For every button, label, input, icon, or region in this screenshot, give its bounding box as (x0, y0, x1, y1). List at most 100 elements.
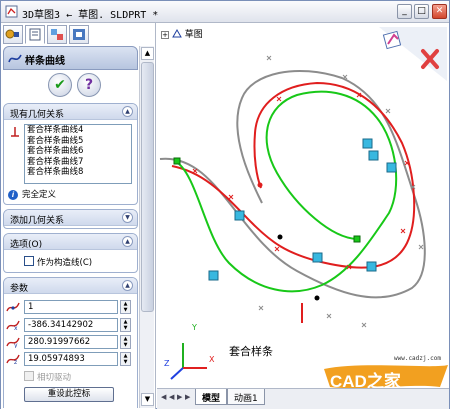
app-window: 3D草图3 ← 草图. SLDPRT * _ □ ✕ 样条曲线 ✔ ? 现有几何… (0, 0, 450, 409)
svg-text:y: y (14, 342, 18, 348)
existing-relations-title: 现有几何关系 (10, 110, 65, 120)
y-coordinate-spinner[interactable]: ▲ ▼ (120, 335, 131, 349)
configuration-icon (51, 29, 63, 40)
coincident-relation-icon[interactable] (234, 210, 245, 221)
scroll-thumb[interactable] (141, 62, 154, 312)
status-row: i 完全定义 (8, 188, 56, 200)
add-relations-header[interactable]: 添加几何关系 ▼ (4, 210, 137, 226)
y-coordinate-input[interactable]: 280.91997662 (24, 335, 118, 349)
maximize-button[interactable]: □ (414, 4, 429, 19)
prev-tab-icon[interactable]: ◀ (169, 393, 176, 403)
last-tab-icon[interactable]: ▶ (185, 393, 192, 403)
y-coordinate-icon: y (6, 337, 20, 348)
feature-manager-tab[interactable] (3, 25, 23, 44)
z-coordinate-row: z 19.05974893 ▲ ▼ (6, 352, 136, 366)
svg-text:x: x (14, 325, 18, 331)
tangent-driving-checkbox[interactable] (24, 371, 34, 381)
existing-relations-header[interactable]: 现有几何关系 ▲ (4, 104, 137, 120)
point-index-row: 1 ▲ ▼ (6, 300, 136, 314)
z-coordinate-spinner[interactable]: ▲ ▼ (120, 352, 131, 366)
scroll-up-icon[interactable]: ▲ (141, 47, 154, 60)
watermark-brand: CAD之家 (330, 372, 401, 388)
x-coordinate-input[interactable]: -386.34142902 (24, 318, 118, 332)
triad-y-label: Y (192, 323, 197, 332)
first-tab-icon[interactable]: ◀ (161, 393, 168, 403)
spline-point[interactable] (277, 234, 283, 240)
close-button[interactable]: ✕ (432, 4, 447, 19)
tab-model[interactable]: 模型 (195, 389, 228, 405)
property-manager-title: 样条曲线 (25, 56, 65, 67)
watermark: CAD之家 www.cadzj.com (322, 355, 449, 388)
configuration-manager-tab[interactable] (47, 25, 67, 44)
expand-chevron-icon[interactable]: ▼ (122, 212, 133, 223)
tangent-driving-option[interactable]: 相切驱动 (24, 371, 71, 383)
dimxpert-manager-tab[interactable] (69, 25, 89, 44)
list-item[interactable]: 套合样条曲线8 (25, 167, 131, 178)
spline-point[interactable] (314, 295, 320, 301)
graphics-area[interactable]: + 草图 Y X Z 套合样条 CAD之家 www.cadzj.com (157, 23, 449, 388)
parameters-header[interactable]: 参数 ▲ (4, 278, 137, 294)
y-coordinate-row: y 280.91997662 ▲ ▼ (6, 335, 136, 349)
parameters-group: 参数 ▲ 1 ▲ ▼ x -386.34142902 ▲ ▼ y 280.919… (3, 277, 138, 408)
list-item[interactable]: 套合样条曲线6 (25, 146, 131, 157)
existing-relations-group: 现有几何关系 ▲ 套合样条曲线4 套合样条曲线5 套合样条曲线6 套合样条曲线7… (3, 103, 138, 205)
point-index-spinner[interactable]: ▲ ▼ (120, 300, 131, 314)
status-text: 完全定义 (22, 190, 57, 200)
reset-handle-button[interactable]: 重设此控标 (24, 387, 114, 402)
spline-point-icon (6, 302, 20, 312)
triad-x-label: X (209, 355, 215, 364)
options-header[interactable]: 选项(O) ▲ (4, 234, 137, 250)
scroll-down-icon[interactable]: ▼ (141, 393, 154, 406)
sketch-annotation: 套合样条 (229, 345, 273, 358)
spline-endpoint[interactable] (173, 157, 181, 165)
tab-animation[interactable]: 动画1 (227, 389, 265, 405)
title-bar[interactable]: 3D草图3 ← 草图. SLDPRT * _ □ ✕ (1, 1, 449, 23)
coincident-relation-icon[interactable] (368, 150, 379, 161)
list-item[interactable]: 套合样条曲线5 (25, 136, 131, 147)
minimize-button[interactable]: _ (397, 4, 412, 19)
options-title: 选项(O) (10, 240, 43, 250)
collapse-chevron-icon[interactable]: ▲ (122, 280, 133, 291)
coincident-relation-icon[interactable] (362, 138, 373, 149)
property-manager-tab[interactable] (25, 25, 45, 44)
x-coordinate-row: x -386.34142902 ▲ ▼ (6, 318, 136, 332)
relation-icons (208, 138, 397, 281)
x-coordinate-spinner[interactable]: ▲ ▼ (120, 318, 131, 332)
z-coordinate-icon: z (6, 354, 20, 365)
construction-checkbox[interactable] (24, 256, 34, 266)
collapse-chevron-icon[interactable]: ▲ (122, 106, 133, 117)
ok-button[interactable]: ✔ (48, 73, 72, 97)
z-coordinate-input[interactable]: 19.05974893 (24, 352, 118, 366)
spline-point[interactable] (257, 182, 263, 188)
tangent-driving-label: 相切驱动 (37, 373, 72, 383)
coincident-relation-icon[interactable] (312, 252, 323, 263)
list-item[interactable]: 套合样条曲线7 (25, 157, 131, 168)
property-manager-header: 样条曲线 (3, 46, 138, 70)
green-spline[interactable] (174, 90, 398, 293)
gray-spline-markers (258, 55, 424, 328)
spline-endpoint[interactable] (353, 235, 361, 243)
left-pane: 样条曲线 ✔ ? 现有几何关系 ▲ 套合样条曲线4 套合样条曲线5 套合样条曲线… (1, 23, 156, 409)
manager-tabs (3, 25, 153, 45)
add-relations-title: 添加几何关系 (10, 216, 65, 226)
coincident-relation-icon[interactable] (366, 261, 377, 272)
left-pane-scrollbar[interactable]: ▲ ▼ (139, 46, 154, 408)
list-item[interactable]: 套合样条曲线4 (25, 125, 131, 136)
help-button[interactable]: ? (77, 73, 101, 97)
construction-label: 作为构造线(C) (37, 258, 93, 268)
add-relations-group: 添加几何关系 ▼ (3, 209, 138, 229)
point-index-input[interactable]: 1 (24, 300, 118, 314)
collapse-chevron-icon[interactable]: ▲ (122, 236, 133, 247)
ok-help-row: ✔ ? (3, 70, 138, 100)
view-triad (170, 343, 207, 380)
construction-option[interactable]: 作为构造线(C) (24, 256, 92, 268)
options-group: 选项(O) ▲ 作为构造线(C) (3, 233, 138, 273)
relation-type-icon (11, 127, 19, 137)
sketch-canvas (159, 55, 426, 380)
coincident-relation-icon[interactable] (386, 162, 397, 173)
next-tab-icon[interactable]: ▶ (177, 393, 184, 403)
relations-list[interactable]: 套合样条曲线4 套合样条曲线5 套合样条曲线6 套合样条曲线7 套合样条曲线8 (24, 124, 132, 184)
coincident-relation-icon[interactable] (208, 270, 219, 281)
info-icon: i (8, 190, 18, 200)
feature-tree-icon (5, 29, 19, 39)
